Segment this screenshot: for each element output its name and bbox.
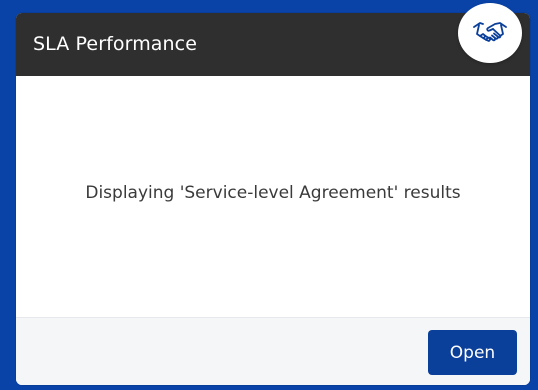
card-title: SLA Performance <box>33 33 198 55</box>
open-button[interactable]: Open <box>428 330 517 375</box>
card-icon-badge <box>458 3 522 63</box>
sla-performance-card: SLA Performance Displaying 'Service-leve… <box>16 13 530 385</box>
card-body: Displaying 'Service-level Agreement' res… <box>16 76 530 318</box>
card-message: Displaying 'Service-level Agreement' res… <box>85 183 461 203</box>
card-header: SLA Performance <box>16 13 530 76</box>
card-footer: Open <box>16 317 530 385</box>
handshake-icon <box>473 19 507 47</box>
